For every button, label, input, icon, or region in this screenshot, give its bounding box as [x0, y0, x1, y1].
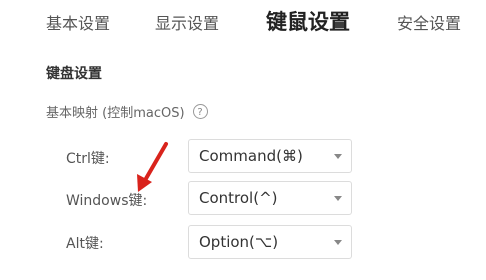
keyboard-section-title: 键盘设置	[46, 66, 102, 82]
red-arrow-icon	[137, 142, 168, 192]
chevron-down-icon	[334, 196, 342, 201]
settings-tab-bar: 基本设置 显示设置 键鼠设置 安全设置	[0, 0, 486, 44]
basic-mapping-label: 基本映射 (控制macOS)	[46, 105, 185, 121]
ctrl-key-label: Ctrl键:	[66, 151, 110, 167]
alt-key-mapping-value: Option(⌥)	[199, 233, 279, 251]
basic-mapping-header: 基本映射 (控制macOS) ?	[46, 101, 208, 121]
alt-key-mapping-select[interactable]: Option(⌥)	[188, 225, 352, 259]
tab-display-settings[interactable]: 显示设置	[155, 10, 219, 34]
tab-basic-settings[interactable]: 基本设置	[46, 10, 110, 34]
question-circle-icon[interactable]: ?	[192, 103, 208, 119]
alt-key-label: Alt键:	[66, 236, 104, 252]
ctrl-key-mapping-value: Command(⌘)	[199, 147, 303, 165]
chevron-down-icon	[334, 154, 342, 159]
chevron-down-icon	[334, 240, 342, 245]
tab-security-settings[interactable]: 安全设置	[397, 10, 461, 34]
ctrl-key-mapping-select[interactable]: Command(⌘)	[188, 139, 352, 173]
tab-keyboard-mouse-settings[interactable]: 键鼠设置	[266, 6, 350, 36]
windows-key-mapping-value: Control(^)	[199, 189, 278, 207]
windows-key-mapping-select[interactable]: Control(^)	[188, 181, 352, 215]
